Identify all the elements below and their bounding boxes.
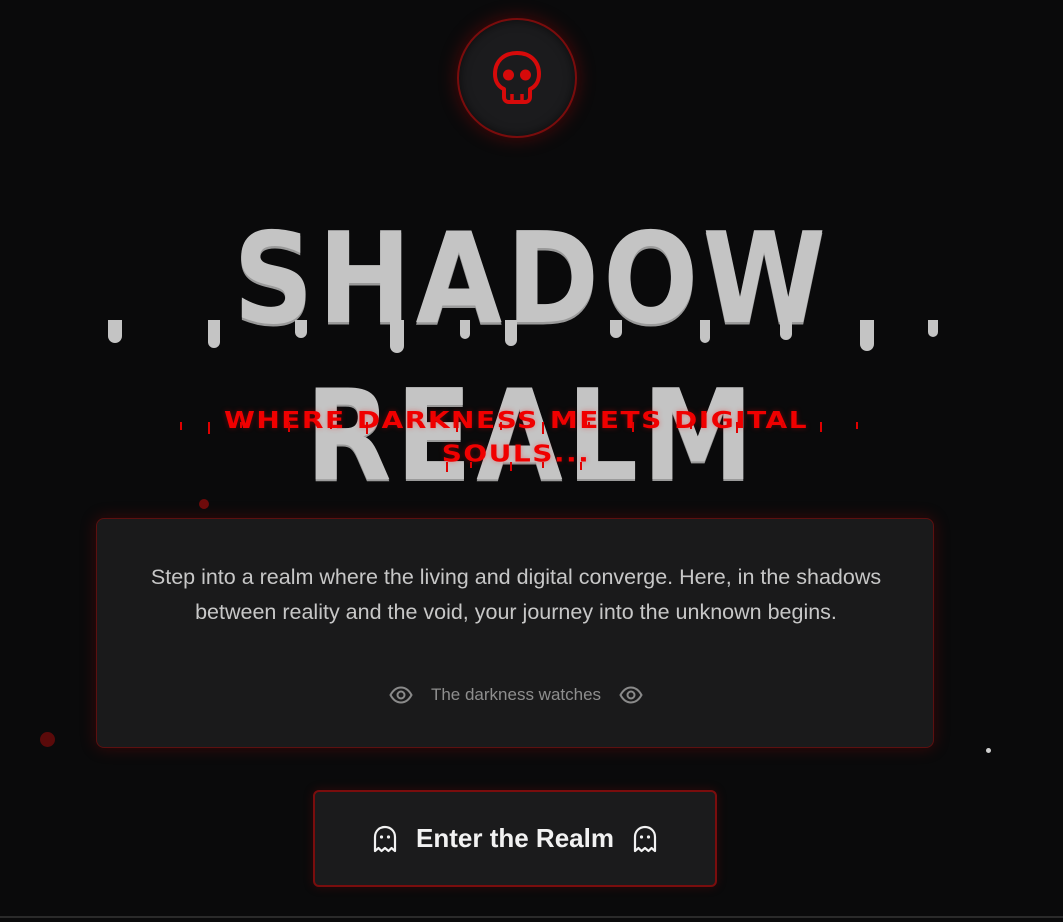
- eye-icon: [619, 686, 643, 704]
- ember-particle: [199, 499, 209, 509]
- watch-label: The darkness watches: [430, 685, 602, 704]
- enter-realm-label: Enter the Realm: [416, 823, 614, 853]
- subtitle-drips-decoration: [180, 422, 858, 472]
- eye-icon: [389, 686, 413, 704]
- bottom-divider: [0, 916, 1063, 918]
- ember-particle: [40, 732, 55, 747]
- skull-icon: [493, 51, 541, 104]
- spark-particle: [986, 748, 991, 753]
- title-drips-decoration: [108, 320, 938, 353]
- landing-page: SHADOW REALM WHERE DARKNESS MEETS DIGITA…: [0, 0, 1063, 922]
- ghost-icon: [633, 825, 657, 852]
- story-card: Step into a realm where the living and d…: [96, 518, 934, 748]
- skull-badge: [457, 18, 577, 138]
- enter-realm-button[interactable]: Enter the Realm: [313, 790, 717, 887]
- watch-row: The darkness watches: [97, 683, 935, 707]
- story-text: Step into a realm where the living and d…: [150, 565, 882, 624]
- ghost-icon: [373, 825, 397, 852]
